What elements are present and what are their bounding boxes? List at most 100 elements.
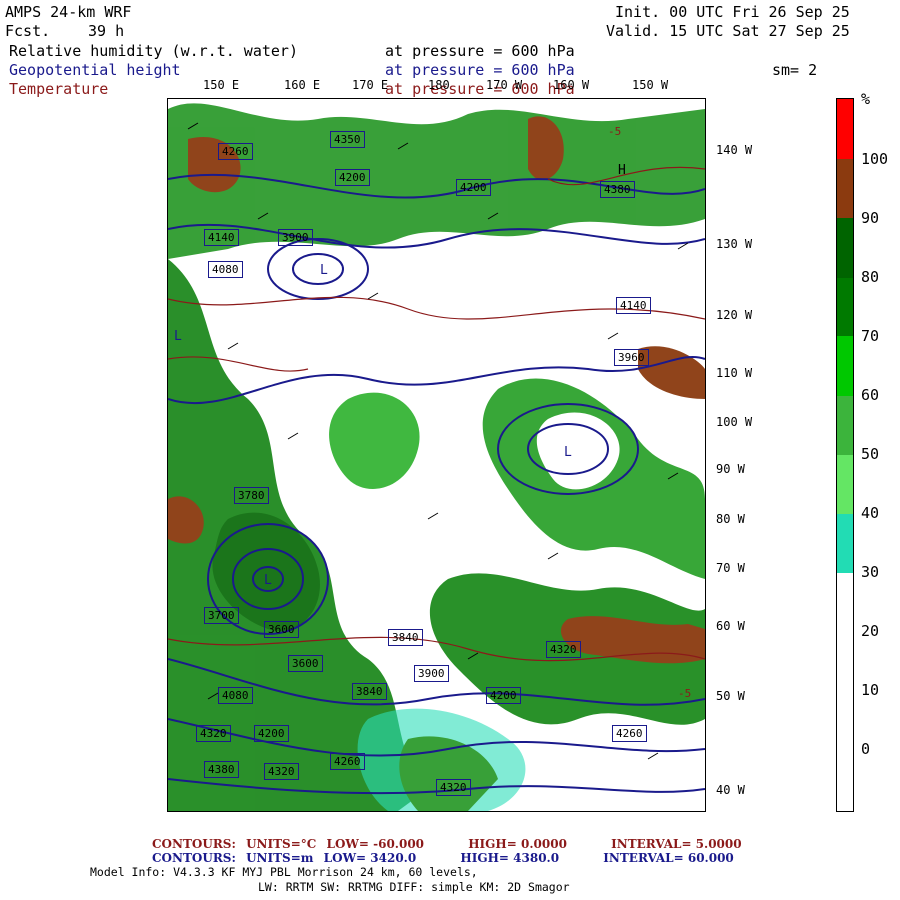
colorbar-tick: 100	[861, 150, 889, 168]
colorbar-tick: 20	[861, 622, 880, 640]
colorbar-tick: 70	[861, 327, 880, 345]
temp-contour-info: CONTOURS: UNITS=°C LOW= -60.000 HIGH= 0.…	[152, 837, 742, 851]
colorbar-tick: 30	[861, 563, 880, 581]
field-height-name: Geopotential height	[9, 61, 181, 79]
height-label: 4320	[264, 763, 299, 780]
temp-contour-label: CONTOURS:	[152, 837, 236, 851]
height-label: 3600	[264, 621, 299, 638]
top-lon-label: 180	[428, 78, 450, 92]
height-contour-label: CONTOURS:	[152, 851, 236, 865]
height-label: 3900	[278, 229, 313, 246]
colorbar-tick: 0	[861, 740, 871, 758]
height-label: 3900	[414, 665, 449, 682]
height-label: 4350	[330, 131, 365, 148]
model-info-line-2: LW: RRTM SW: RRTMG DIFF: simple KM: 2D S…	[258, 880, 570, 894]
height-label: 4140	[616, 297, 651, 314]
temp-contour-units: UNITS=°C	[246, 837, 317, 851]
height-label: 4080	[218, 687, 253, 704]
height-label: 3840	[388, 629, 423, 646]
right-lon-label: 70 W	[716, 561, 745, 575]
colorbar-tick: 60	[861, 386, 880, 404]
colorbar-tick: 90	[861, 209, 880, 227]
forecast-map: 4260 4350 4200 4200 4380 4080 3900 4140 …	[167, 98, 706, 812]
colorbar-tick: 80	[861, 268, 880, 286]
model-info-line-1: Model Info: V4.3.3 KF MYJ PBL Morrison 2…	[90, 865, 478, 879]
low-pressure-marker: L	[264, 573, 272, 588]
colorbar-segment	[837, 455, 853, 514]
colorbar-segment	[837, 159, 853, 218]
field-height-level: at pressure = 600 hPa	[385, 61, 575, 79]
field-rh-level: at pressure = 600 hPa	[385, 42, 575, 60]
temperature-label: -5	[608, 125, 622, 138]
forecast-hours: 39 h	[88, 22, 125, 40]
height-label: 4320	[546, 641, 581, 658]
height-label: 4380	[204, 761, 239, 778]
temp-contour-interval: INTERVAL= 5.0000	[611, 837, 742, 851]
temp-contour-low: LOW= -60.000	[326, 837, 425, 851]
right-lon-label: 60 W	[716, 619, 745, 633]
colorbar-tick: 40	[861, 504, 880, 522]
top-lon-label: 150 E	[203, 78, 240, 92]
top-lon-label: 150 W	[632, 78, 669, 92]
height-label: 3780	[234, 487, 269, 504]
height-label: 4200	[456, 179, 491, 196]
height-label: 4260	[218, 143, 253, 160]
height-label: 4260	[330, 753, 365, 770]
height-label: 4080	[208, 261, 243, 278]
low-pressure-marker: L	[320, 263, 328, 278]
height-label: 4380	[600, 181, 635, 198]
top-lon-label: 160 E	[284, 78, 321, 92]
right-lon-label: 110 W	[716, 366, 753, 380]
low-pressure-marker: L	[564, 445, 572, 460]
height-label: 4200	[335, 169, 370, 186]
colorbar-unit: %	[861, 90, 871, 108]
right-lon-label: 50 W	[716, 689, 745, 703]
field-temp-level: at pressure = 600 hPa	[385, 80, 575, 98]
colorbar-segment	[837, 99, 853, 159]
height-label: 4320	[436, 779, 471, 796]
init-time: Init. 00 UTC Fri 26 Sep 25	[615, 3, 850, 21]
height-label: 4200	[486, 687, 521, 704]
right-lon-label: 140 W	[716, 143, 753, 157]
colorbar-segment	[837, 396, 853, 455]
right-lon-label: 120 W	[716, 308, 753, 322]
height-label: 4200	[254, 725, 289, 742]
map-field-graphic	[168, 103, 705, 811]
colorbar-tick: 10	[861, 681, 880, 699]
top-lon-label: 170 W	[486, 78, 523, 92]
colorbar-segment	[837, 336, 853, 396]
field-rh-name: Relative humidity (w.r.t. water)	[9, 42, 298, 60]
top-lon-label: 170 E	[352, 78, 389, 92]
colorbar	[836, 98, 854, 812]
forecast-label: Fcst.	[5, 22, 51, 40]
colorbar-segment	[837, 278, 853, 336]
height-label: 3840	[352, 683, 387, 700]
high-pressure-marker: H	[618, 163, 626, 178]
temperature-label: -5	[678, 687, 692, 700]
right-lon-label: 90 W	[716, 462, 745, 476]
height-label: 3600	[288, 655, 323, 672]
low-pressure-marker: L	[174, 329, 182, 344]
height-label: 4140	[204, 229, 239, 246]
right-lon-label: 40 W	[716, 783, 745, 797]
colorbar-segment	[837, 573, 853, 811]
model-title: AMPS 24-km WRF	[5, 3, 132, 21]
right-lon-label: 80 W	[716, 512, 745, 526]
height-contour-low: LOW= 3420.0	[323, 851, 417, 865]
height-label: 4260	[612, 725, 647, 742]
field-temp-name: Temperature	[9, 80, 109, 98]
smoothing-label: sm= 2	[772, 61, 818, 79]
valid-time: Valid. 15 UTC Sat 27 Sep 25	[606, 22, 850, 40]
right-lon-label: 100 W	[716, 415, 753, 429]
colorbar-segment	[837, 218, 853, 278]
height-label: 3700	[204, 607, 239, 624]
height-contour-units: UNITS=m	[246, 851, 314, 865]
height-contour-info: CONTOURS: UNITS=m LOW= 3420.0 HIGH= 4380…	[152, 851, 734, 865]
temp-contour-high: HIGH= 0.0000	[468, 837, 567, 851]
height-contour-interval: INTERVAL= 60.000	[603, 851, 734, 865]
colorbar-tick: 50	[861, 445, 880, 463]
right-lon-label: 130 W	[716, 237, 753, 251]
height-label: 4320	[196, 725, 231, 742]
height-contour-high: HIGH= 4380.0	[460, 851, 560, 865]
height-label: 3960	[614, 349, 649, 366]
